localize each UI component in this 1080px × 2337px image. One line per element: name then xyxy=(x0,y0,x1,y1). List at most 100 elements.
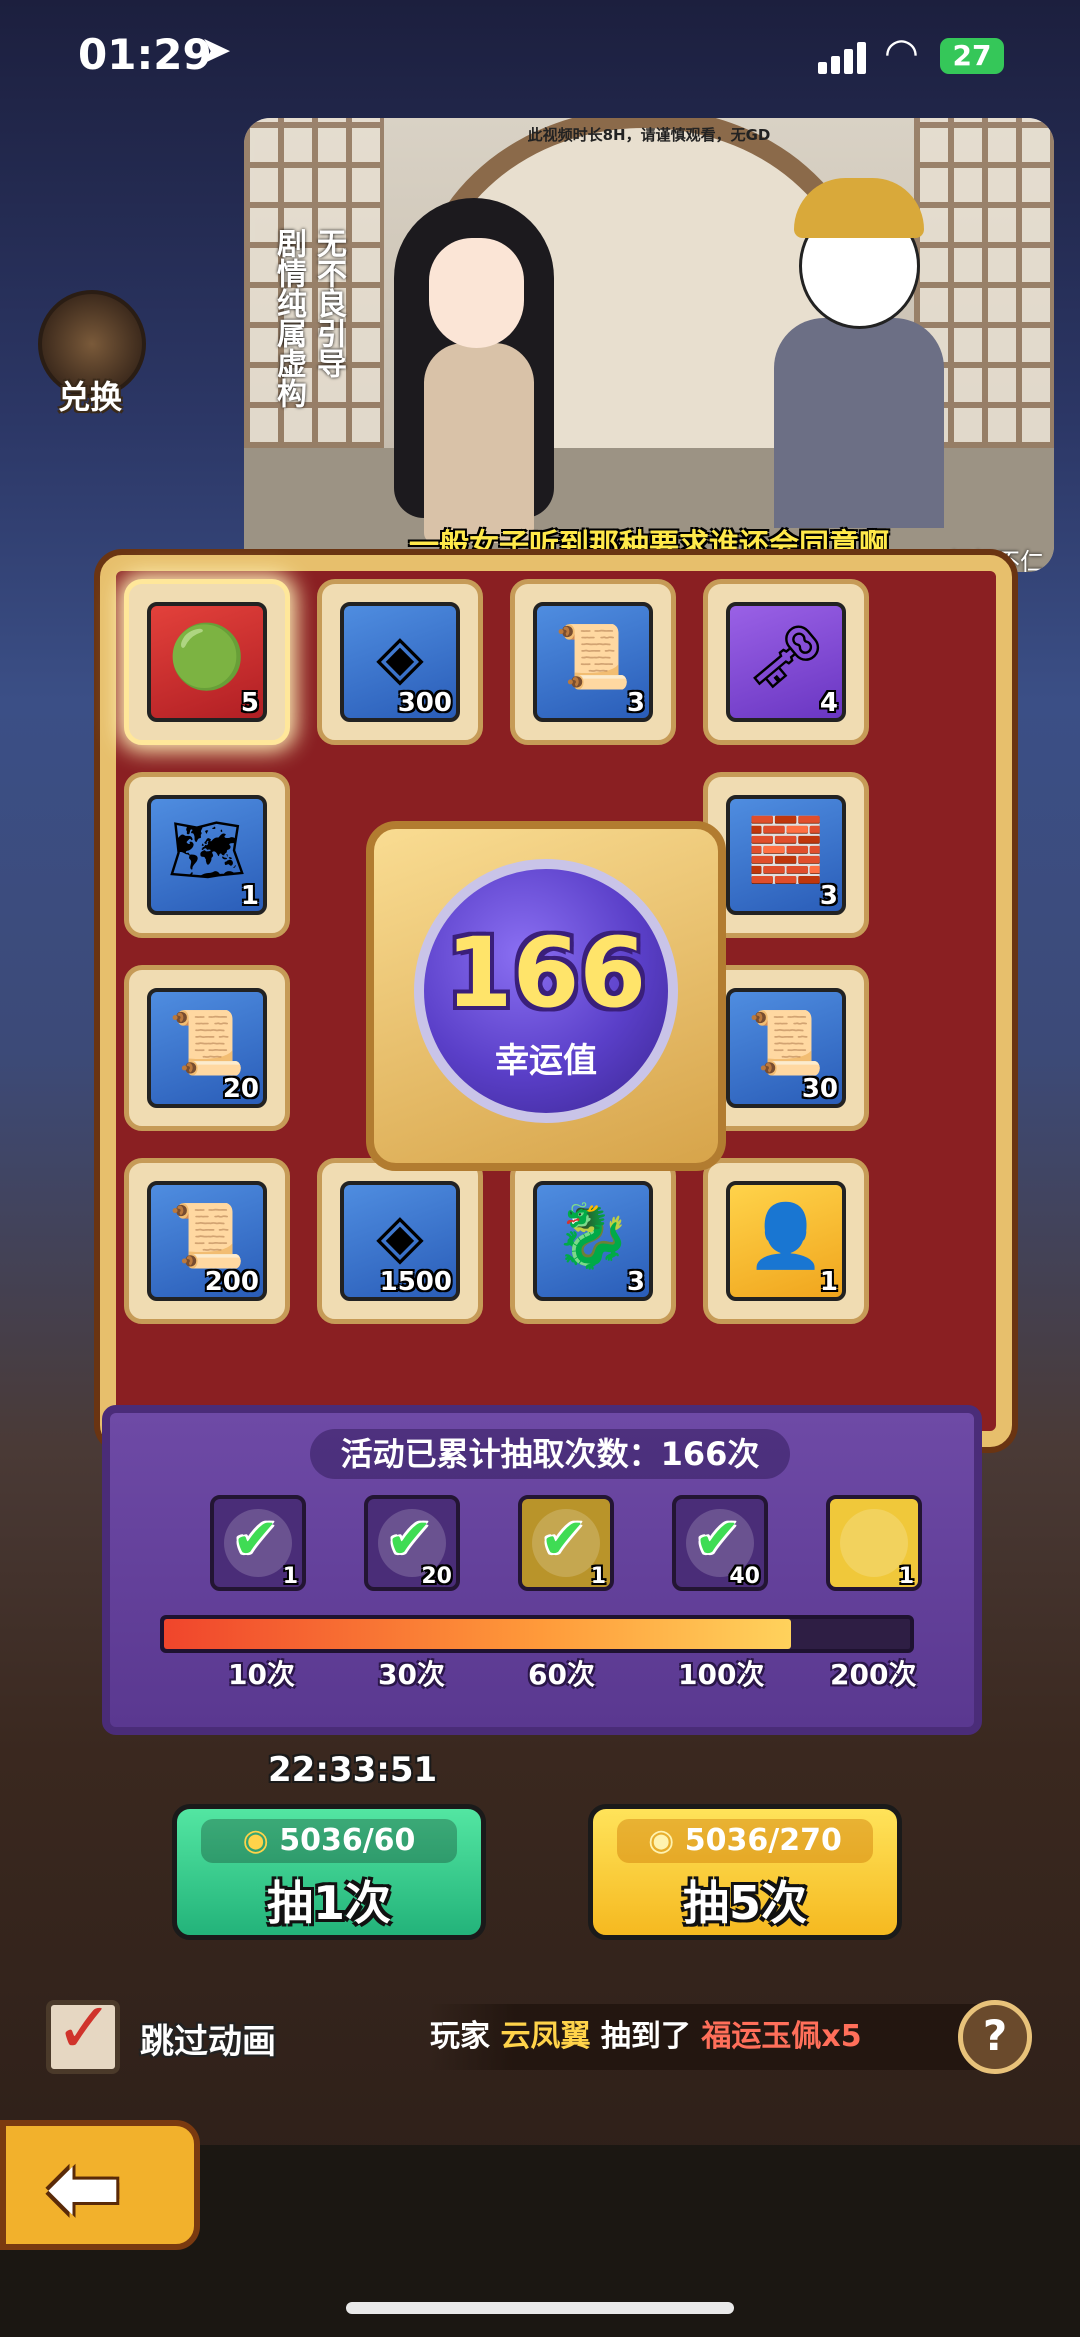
progress-bar xyxy=(160,1615,914,1653)
progress-title: 活动已累计抽取次数：166次 xyxy=(310,1429,790,1479)
question-icon: ? xyxy=(982,2011,1008,2060)
girl-character xyxy=(384,168,564,568)
item-count: 3 xyxy=(819,881,838,911)
help-button[interactable]: ? xyxy=(958,2000,1032,2074)
item-glyph: 📜 xyxy=(554,620,632,693)
checkmark-icon: ✔ xyxy=(540,1507,587,1572)
ticker-prize: 福运玉佩x5 xyxy=(701,2019,862,2054)
lottery-board: 🟢 5 ◈ 300 📜 3 🗝 4 🗺 1 🧱 3 📜 20 📜 30 📜 200 ◈ 1500 🐉 3 👤 1 166 幸运… xyxy=(100,555,1012,1447)
jade-pendant-icon: 🟢 5 xyxy=(147,602,267,722)
milestone-count: 1 xyxy=(898,1564,914,1589)
video-side-text: 无不良引导 xyxy=(311,228,346,378)
prize-cell: 📜 3 xyxy=(510,579,676,745)
item-glyph: ◈ xyxy=(376,620,424,693)
prize-cell: 👤 1 xyxy=(703,1158,869,1324)
item-glyph: 🐉 xyxy=(554,1199,632,1272)
red-mystery-scroll-icon: 📜 200 xyxy=(147,1181,267,1301)
hero-portrait-icon: 👤 1 xyxy=(726,1181,846,1301)
copper-coin-icon: ◈ 300 xyxy=(340,602,460,722)
milestone-reward[interactable]: ✔ 20 xyxy=(364,1495,460,1591)
prize-cell: ◈ 1500 xyxy=(317,1158,483,1324)
luck-label: 幸运值 xyxy=(495,1041,597,1081)
item-glyph: 🟢 xyxy=(168,620,246,693)
prize-cell: ◈ 300 xyxy=(317,579,483,745)
video-top-text: 此视频时长8H，请谨慎观看，无GD xyxy=(527,126,771,144)
prize-cell: 🗺 1 xyxy=(124,772,290,938)
golden-key-icon: 🗝 4 xyxy=(726,602,846,722)
item-glyph: 🗺 xyxy=(167,813,247,886)
item-count: 1500 xyxy=(379,1267,452,1297)
progress-fill xyxy=(164,1619,791,1649)
item-count: 1 xyxy=(819,1267,838,1297)
exchange-label: 兑换 xyxy=(57,378,122,416)
milestone-count: 1 xyxy=(282,1564,298,1589)
draw-once-label: 抽1次 xyxy=(266,1876,391,1930)
item-count: 3 xyxy=(626,1267,645,1297)
gold-ingot-icon: ◉ xyxy=(242,1823,269,1858)
back-button[interactable]: ⬅ xyxy=(0,2120,200,2250)
draw-five-button[interactable]: ◉ 5036/270 抽5次 xyxy=(588,1804,902,1940)
video-overlay[interactable]: 此视频时长8H，请谨慎观看，无GD 无不良引导 剧情纯属虚构 一般女子听到那种要… xyxy=(244,118,1054,572)
home-indicator[interactable] xyxy=(346,2302,734,2314)
map-scroll-icon: 🗺 1 xyxy=(147,795,267,915)
draw-once-button[interactable]: ◉ 5036/60 抽1次 xyxy=(172,1804,486,1940)
item-glyph: 🧱 xyxy=(747,813,825,886)
stone-blocks-icon: 🧱 3 xyxy=(726,795,846,915)
signal-icon xyxy=(818,40,870,74)
copper-coin-icon: ◈ 1500 xyxy=(340,1181,460,1301)
countdown-timer: 22:33:51 xyxy=(268,1750,438,1790)
luck-value: 166 xyxy=(445,917,647,1029)
battery-indicator: 27 xyxy=(940,38,1004,74)
item-count: 20 xyxy=(222,1074,259,1104)
item-glyph: 📜 xyxy=(747,1006,825,1079)
status-time: 01:29 xyxy=(78,30,212,79)
red-mystery-scroll-icon: 📜 30 xyxy=(726,988,846,1108)
location-icon: ➤ xyxy=(200,28,232,72)
mystery-scroll-icon: 📜 3 xyxy=(533,602,653,722)
prize-cell: 🧱 3 xyxy=(703,772,869,938)
item-glyph: ◈ xyxy=(376,1199,424,1272)
milestone-reward[interactable]: ✔ 1 xyxy=(518,1495,614,1591)
progress-tick-label: 60次 xyxy=(528,1658,595,1691)
item-count: 30 xyxy=(801,1074,838,1104)
status-bar: 01:29 ➤ ◠ 27 xyxy=(0,0,1080,120)
checkmark-icon: ✔ xyxy=(232,1507,279,1572)
draw-five-label: 抽5次 xyxy=(682,1876,807,1930)
milestone-reward[interactable]: ✔ 40 xyxy=(672,1495,768,1591)
milestone-count: 20 xyxy=(421,1564,452,1589)
checkmark-icon: ✔ xyxy=(386,1507,433,1572)
milestone-reward[interactable]: 1 xyxy=(826,1495,922,1591)
item-glyph: 📜 xyxy=(168,1199,246,1272)
progress-tick-label: 10次 xyxy=(228,1658,295,1691)
luck-orb: 166 幸运值 xyxy=(414,859,678,1123)
milestone-reward[interactable]: ✔ 1 xyxy=(210,1495,306,1591)
item-glyph: 🗝 xyxy=(746,620,826,693)
item-glyph: 👤 xyxy=(747,1199,825,1272)
item-glyph: 📜 xyxy=(168,1006,246,1079)
milestone-count: 40 xyxy=(729,1564,760,1589)
prize-cell: 🗝 4 xyxy=(703,579,869,745)
checkmark-icon: ✔ xyxy=(694,1507,741,1572)
milestone-count: 1 xyxy=(590,1564,606,1589)
checkmark-icon: ✓ xyxy=(55,1987,114,2069)
draw-five-cost: ◉ 5036/270 xyxy=(617,1819,873,1863)
mystery-scroll-icon: 📜 20 xyxy=(147,988,267,1108)
prize-cell: 🐉 3 xyxy=(510,1158,676,1324)
skip-animation-checkbox[interactable]: ✓ xyxy=(46,1987,120,2074)
ticker-mid: 抽到了 xyxy=(600,2019,691,2054)
item-count: 4 xyxy=(819,688,838,718)
prize-cell: 📜 20 xyxy=(124,965,290,1131)
prize-cell: 🟢 5 xyxy=(124,579,290,745)
item-count: 1 xyxy=(240,881,259,911)
video-side-text: 剧情纯属虚构 xyxy=(271,228,306,408)
prize-cell: 📜 30 xyxy=(703,965,869,1131)
progress-tick-label: 200次 xyxy=(830,1658,917,1691)
progress-tick-label: 100次 xyxy=(678,1658,765,1691)
panda-character xyxy=(774,158,944,528)
ticker-player: 云凤翼 xyxy=(500,2019,591,2054)
item-count: 300 xyxy=(397,688,452,718)
exchange-button[interactable]: 兑换 xyxy=(30,290,150,420)
prize-cell: 📜 200 xyxy=(124,1158,290,1324)
back-arrow-icon: ⬅ xyxy=(46,2136,122,2241)
gold-ingot-icon: ◉ xyxy=(648,1823,675,1858)
